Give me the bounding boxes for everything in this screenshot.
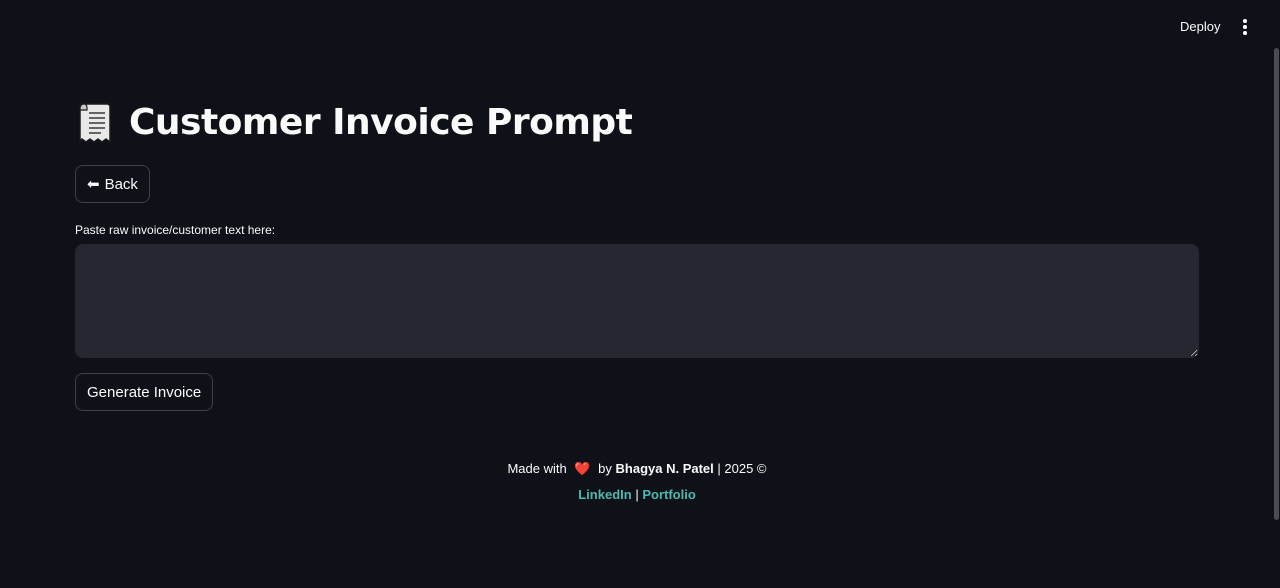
more-vertical-icon[interactable] [1234,15,1256,39]
portfolio-link[interactable]: Portfolio [642,487,695,502]
heart-icon: ❤️ [574,461,591,476]
footer-credit: Made with ❤️ by Bhagya N. Patel | 2025 © [0,458,1274,480]
invoice-text-label: Paste raw invoice/customer text here: [75,223,276,237]
footer-made-with: Made with [507,461,567,476]
back-button-label: Back [104,175,138,193]
footer-link-separator: | [635,487,639,502]
arrow-left-icon: ⬅ [87,175,100,193]
back-button[interactable]: ⬅ Back [75,165,150,203]
scrollbar[interactable] [1272,44,1280,524]
footer-year: | 2025 © [717,461,767,476]
footer-author: Bhagya N. Patel [615,461,714,476]
generate-invoice-button[interactable]: Generate Invoice [75,373,214,411]
scrollbar-thumb[interactable] [1274,48,1279,520]
footer-by: by [598,461,612,476]
footer: Made with ❤️ by Bhagya N. Patel | 2025 ©… [0,458,1274,506]
page-header: Customer Invoice Prompt [75,100,633,146]
footer-links: LinkedIn | Portfolio [0,484,1274,506]
app-root: Deploy Customer Invoice Prompt ⬅ Back Pa… [0,0,1280,588]
receipt-icon [79,103,111,144]
page-title: Customer Invoice Prompt [129,102,633,143]
linkedin-link[interactable]: LinkedIn [578,487,631,502]
invoice-text-input[interactable] [75,244,1199,358]
deploy-button[interactable]: Deploy [1168,16,1232,38]
